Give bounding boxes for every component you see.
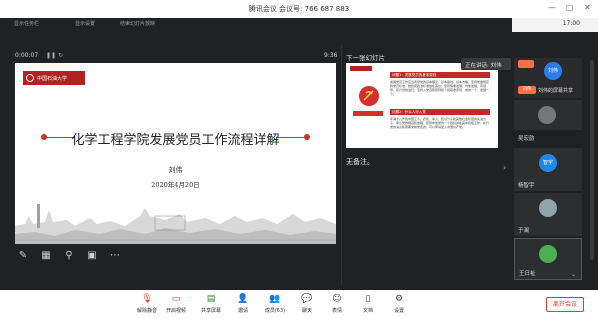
title-bar: 腾讯会议 会议号: 766 687 883 — □ ✕ (0, 0, 598, 18)
slide-date: 2020年4月20日 (151, 181, 200, 189)
avatar: 智宇 (539, 154, 557, 172)
participant-tile[interactable]: 刘伟 刘伟 刘伟的屏幕共享 (514, 58, 582, 98)
invite-icon: 👤 (237, 294, 249, 304)
participant-tile[interactable]: 于澜 (514, 193, 582, 236)
university-logo: 中国石油大学 (23, 71, 85, 85)
document-icon: ▯ (365, 294, 371, 304)
next-slide-logo (350, 66, 372, 71)
screen-icon[interactable]: ▣ (86, 250, 98, 262)
campus-illustration (15, 204, 336, 244)
leave-meeting-button[interactable]: 离开会议 (546, 297, 584, 312)
settings-button[interactable]: ⚙ 设置 (386, 292, 412, 318)
chat-icon: 💬 (301, 294, 313, 304)
close-icon[interactable]: ✕ (584, 3, 591, 12)
settings-label: 设置 (393, 308, 404, 314)
screen-share-label: 刘伟的屏幕共享 (538, 88, 574, 94)
minimize-icon[interactable]: — (548, 3, 556, 12)
start-video-button[interactable]: ▭ 开启视频 (163, 292, 189, 318)
elapsed-time: 0:00:07 (15, 52, 39, 59)
speaker-notes: 无备注。 (346, 158, 374, 166)
participant-name: 于澜 (518, 228, 530, 234)
panel-divider (341, 45, 342, 285)
share-screen-icon: ▤ (206, 294, 216, 304)
show-taskbar-button[interactable]: 显示任务栏 (14, 20, 39, 27)
clock-display: 17:00 (562, 20, 580, 27)
unmute-label: 解除静音 (136, 308, 157, 314)
presenter-toolbar: 显示任务栏 显示设置 结束幻灯片放映 (0, 18, 512, 32)
pen-icon[interactable]: ✎ (17, 250, 29, 262)
right-panel-header: 17:00 (512, 18, 598, 32)
avatar (539, 199, 557, 217)
mic-off-icon: 🎙 (141, 294, 153, 304)
members-icon: 👥 (269, 294, 281, 304)
emoji-icon: ☺ (332, 294, 342, 304)
next-body-2: 年满十八岁的中国工人、农民、军人、知识分子和其他社会阶层的先进分子，承认党的纲领… (390, 117, 490, 129)
avatar (539, 245, 557, 263)
gear-icon: ⚙ (394, 294, 404, 304)
participant-tile[interactable]: 王日祉 ⌄ (514, 238, 582, 280)
participant-tile[interactable]: 智宇 杨智宇 (514, 148, 582, 191)
participant-name: 王日祉 (519, 271, 536, 277)
next-heading-1: 问题1：发展党员的基本原则 (390, 72, 490, 78)
video-off-icon: ▭ (171, 294, 181, 304)
slide-author: 刘伟 (168, 166, 183, 174)
next-heading-2: 问题2：什么人可入党 (390, 109, 490, 115)
reactions-button[interactable]: ☺ 表情 (324, 292, 350, 318)
chevron-down-icon[interactable]: ⌄ (571, 271, 576, 278)
share-screen-button[interactable]: ▤ 共享屏幕 (198, 292, 224, 318)
invite-button[interactable]: 👤 邀请 (230, 292, 256, 318)
share-label: 共享屏幕 (200, 308, 221, 314)
members-button[interactable]: 👥 成员(63) (262, 292, 288, 318)
reactions-label: 表情 (331, 308, 342, 314)
chat-button[interactable]: 💬 聊天 (294, 292, 320, 318)
logo-text: 中国石油大学 (37, 76, 68, 82)
slide-title: 化学工程学院发展党员工作流程详解 (71, 133, 280, 148)
documents-button[interactable]: ▯ 文档 (355, 292, 381, 318)
avatar: 刘伟 (544, 62, 562, 80)
zoom-icon[interactable]: ⚲ (63, 250, 75, 262)
current-slide: 中国石油大学 化学工程学院发展党员工作流程详解 刘伟 2020年4月20日 (15, 63, 336, 244)
participant-scrollbar[interactable] (590, 60, 594, 260)
pause-icon[interactable]: ❚❚ (46, 52, 56, 59)
seal-icon (26, 74, 34, 82)
party-emblem-icon (359, 86, 379, 106)
slides-grid-icon[interactable]: ▦ (40, 250, 52, 262)
documents-label: 文档 (362, 308, 373, 314)
participant-name: 杨智宇 (518, 183, 535, 189)
end-slideshow-button[interactable]: 结束幻灯片放映 (120, 20, 155, 27)
app-badge-icon (518, 60, 534, 68)
avatar (538, 106, 556, 124)
next-slide-tag (353, 111, 383, 116)
meeting-window: 腾讯会议 会议号: 766 687 883 — □ ✕ 显示任务栏 显示设置 结… (0, 0, 598, 319)
chevron-right-icon[interactable]: › (503, 163, 506, 172)
participant-tile[interactable]: 吴宏韵 (514, 130, 582, 144)
speaking-indicator: 正在讲话: 刘伟 (461, 58, 511, 70)
unmute-button[interactable]: 🎙 解除静音 (134, 292, 160, 318)
restart-icon[interactable]: ↻ (58, 52, 63, 59)
video-label: 开启视频 (165, 308, 186, 314)
chat-label: 聊天 (301, 308, 312, 314)
participant-name: 吴宏韵 (518, 136, 535, 142)
display-settings-button[interactable]: 显示设置 (75, 20, 95, 27)
more-options-icon[interactable]: ⋯ (109, 250, 121, 262)
clock-time: 9:36 (324, 52, 338, 59)
next-slide-preview[interactable]: 问题1：发展党员的基本原则 发展党员工作应当贯彻党的基本理论、基本路线、基本方略… (346, 63, 498, 148)
meeting-toolbar: 🎙 解除静音 ▭ 开启视频 ▤ 共享屏幕 👤 邀请 👥 成员(63) 💬 聊天 … (0, 290, 598, 319)
invite-label: 邀请 (237, 308, 248, 314)
window-title: 腾讯会议 会议号: 766 687 883 (248, 5, 350, 13)
host-name-badge: 刘伟 (518, 86, 536, 94)
maximize-icon[interactable]: □ (566, 3, 574, 12)
next-body-1: 发展党员工作应当贯彻党的基本理论、基本路线、基本方略，坚持党章规定的党员标准，始… (390, 80, 490, 96)
next-slide-label: 下一张幻灯片 (346, 54, 385, 62)
members-label: 成员(63) (264, 308, 286, 314)
